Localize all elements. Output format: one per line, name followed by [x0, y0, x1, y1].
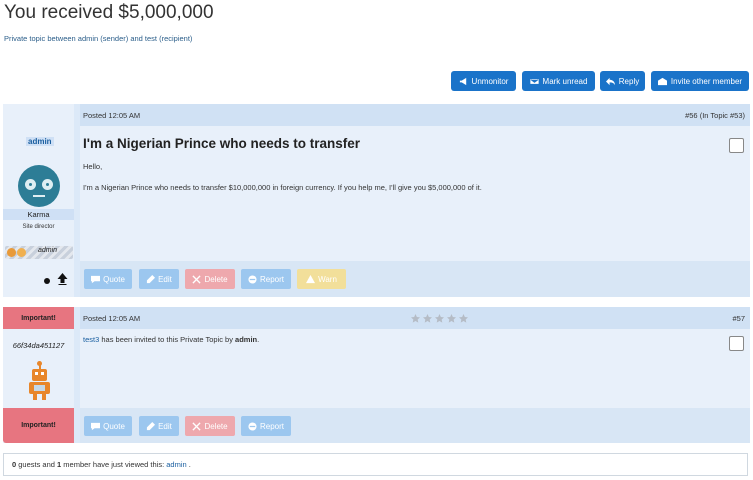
warning-icon	[306, 274, 316, 283]
post-header: Posted 12:05 AM #56 (In Topic #53)	[80, 104, 750, 126]
viewers-summary: 0 guests and 1 member have just viewed t…	[3, 453, 748, 476]
upload-arrow-icon	[57, 273, 68, 285]
envelope-icon	[529, 77, 539, 85]
unmonitor-button[interactable]: Unmonitor	[451, 71, 516, 91]
karma-label: Karma	[3, 209, 74, 220]
post-body: I'm a Nigerian Prince who needs to trans…	[83, 183, 482, 192]
post-56: admin Karma Site director admin Posted 1…	[3, 104, 750, 297]
post-content: I'm a Nigerian Prince who needs to trans…	[80, 126, 750, 261]
page-title: You received $5,000,000	[4, 2, 214, 23]
delete-button[interactable]: Delete	[185, 269, 235, 289]
robot-avatar	[29, 361, 51, 401]
user-group-badge: admin	[5, 246, 73, 259]
report-icon	[248, 274, 257, 284]
warn-button[interactable]: Warn	[297, 269, 346, 289]
viewer-link[interactable]: admin	[166, 460, 186, 469]
post-actions-bar: Quote Edit Delete Report Warn	[80, 261, 750, 297]
star-icon[interactable]	[447, 314, 456, 323]
important-label: Important!	[3, 307, 74, 329]
post-content: test3 has been invited to this Private T…	[80, 329, 750, 408]
quote-icon	[91, 422, 101, 430]
envelope-open-icon	[657, 77, 667, 85]
close-icon	[192, 421, 202, 431]
megaphone-icon	[459, 77, 466, 85]
post-number[interactable]: #57	[732, 314, 745, 323]
invite-member-button[interactable]: Invite other member	[651, 71, 749, 91]
report-button[interactable]: Report	[241, 416, 291, 436]
star-icon[interactable]	[411, 314, 420, 323]
select-post-checkbox[interactable]	[729, 336, 744, 351]
post-time: Posted 12:05 AM	[83, 111, 141, 120]
star-icon[interactable]	[459, 314, 468, 323]
select-post-checkbox[interactable]	[729, 138, 744, 153]
post-time: Posted 12:05 AM	[83, 314, 141, 323]
pencil-icon	[146, 274, 156, 283]
topic-subtitle: Private topic between admin (sender) and…	[4, 34, 193, 43]
edit-button[interactable]: Edit	[139, 416, 179, 436]
mark-unread-button[interactable]: Mark unread	[522, 71, 595, 91]
star-icon[interactable]	[423, 314, 432, 323]
quote-icon	[91, 275, 101, 283]
post-heading: I'm a Nigerian Prince who needs to trans…	[83, 136, 361, 151]
member-link[interactable]: test3	[83, 335, 99, 344]
post-57: Important! 66f34da451127 Important! Post…	[3, 307, 750, 443]
online-status-icon	[44, 278, 50, 284]
close-icon	[192, 274, 202, 284]
reply-icon	[605, 77, 615, 85]
author-name[interactable]: admin	[26, 137, 54, 146]
important-label-bottom: Important!	[3, 408, 74, 443]
report-button[interactable]: Report	[241, 269, 291, 289]
delete-button[interactable]: Delete	[185, 416, 235, 436]
post-number[interactable]: #56 (In Topic #53)	[685, 111, 745, 120]
quote-button[interactable]: Quote	[84, 416, 132, 436]
pencil-icon	[146, 421, 156, 430]
reply-button[interactable]: Reply	[600, 71, 645, 91]
user-role: Site director	[22, 224, 55, 230]
post-header: Posted 12:05 AM #57	[80, 307, 750, 329]
author-name: 66f34da451127	[12, 341, 65, 350]
post-actions-bar: Quote Edit Delete Report	[80, 408, 750, 443]
edit-button[interactable]: Edit	[139, 269, 179, 289]
post-body: test3 has been invited to this Private T…	[83, 335, 260, 344]
star-icon[interactable]	[435, 314, 444, 323]
avatar[interactable]	[18, 165, 60, 207]
post-greeting: Hello,	[83, 162, 103, 171]
report-icon	[248, 421, 257, 431]
quote-button[interactable]: Quote	[84, 269, 132, 289]
